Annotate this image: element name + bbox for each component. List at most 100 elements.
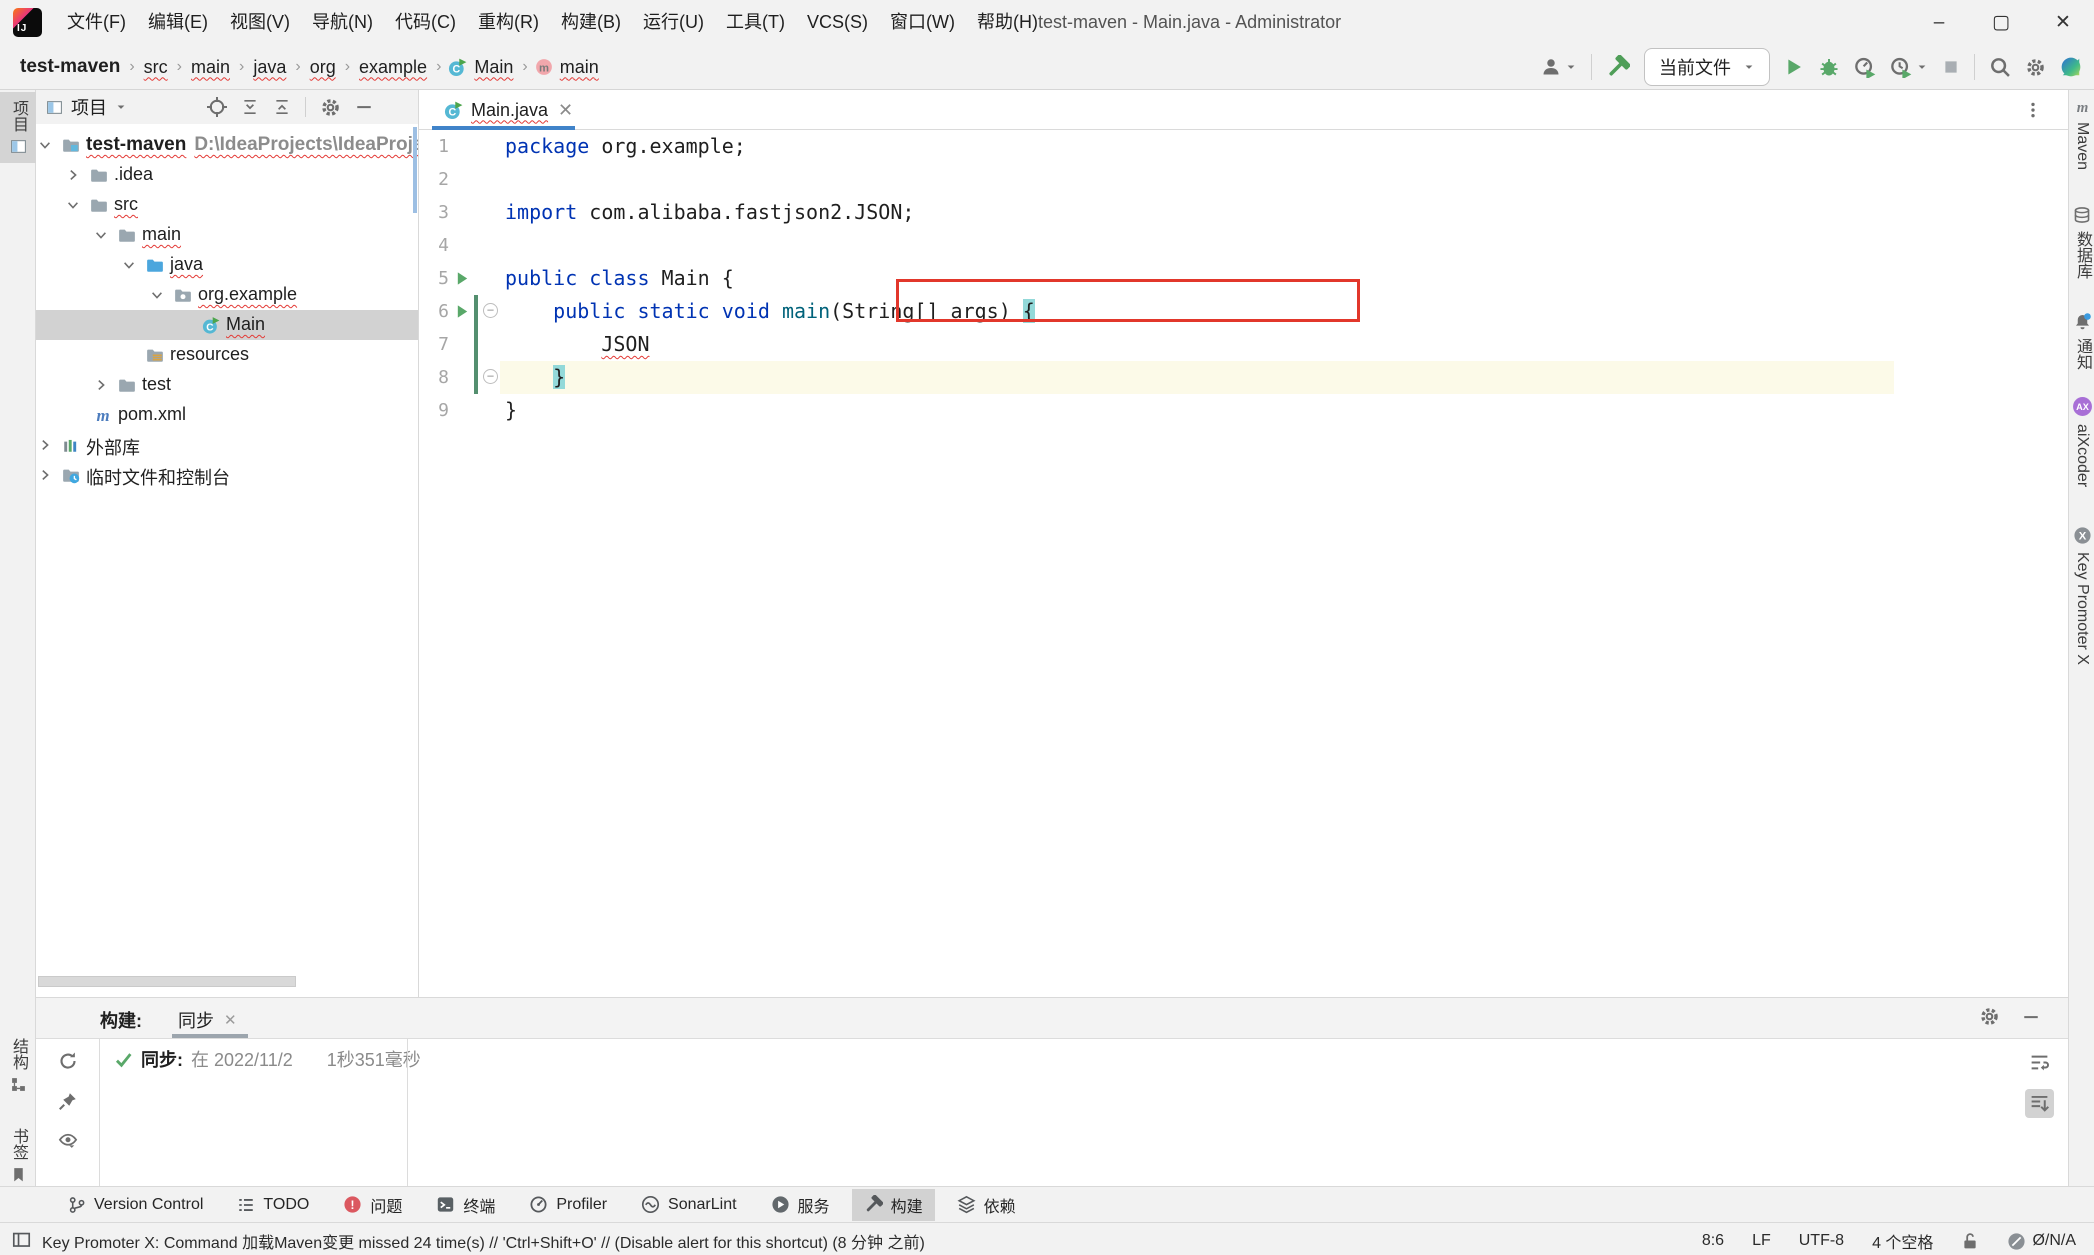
tree-item-test-maven[interactable]: test-mavenD:\IdeaProjects\IdeaProje [36,130,418,160]
build-status-row[interactable]: 同步: 在 2022/11/2 1秒351毫秒 [114,1046,421,1072]
menu-v[interactable]: 视图(V) [219,0,301,45]
tool-window-button-服务[interactable]: 服务 [759,1189,842,1221]
tool-window-button-终端[interactable]: 终端 [424,1189,507,1221]
close-button[interactable]: ✕ [2032,0,2094,45]
chevron-down-icon[interactable] [66,198,80,212]
close-icon[interactable]: ✕ [558,100,573,121]
stripe-tab-Key-Promoter-X[interactable]: XKey Promoter X [2069,526,2094,665]
debug-button[interactable] [1818,56,1840,78]
minimize-button[interactable]: – [1908,0,1970,45]
stripe-tab-数据库[interactable]: 数据库 [2069,206,2094,279]
tree-item-java[interactable]: java [36,250,418,280]
tree-item-main[interactable]: main [36,220,418,250]
code-line-2[interactable]: 2 [419,163,2068,196]
soft-wrap-icon[interactable] [2025,1048,2054,1077]
chevron-right-icon[interactable] [38,438,52,452]
hide-panel-icon[interactable] [355,98,373,116]
maximize-button[interactable]: ▢ [1970,0,2032,45]
locate-file-icon[interactable] [207,97,227,117]
chevron-right-icon[interactable] [66,168,80,182]
tree-item-pom.xml[interactable]: mpom.xml [36,400,418,430]
build-hammer-button[interactable] [1606,55,1630,79]
tool-window-button-SonarLint[interactable]: SonarLint [629,1191,749,1218]
code-line-4[interactable]: 4 [419,229,2068,262]
menu-r[interactable]: 重构(R) [467,0,550,45]
tool-window-button-问题[interactable]: !问题 [331,1189,414,1221]
breadcrumb-item[interactable]: test-maven [20,56,120,78]
breadcrumb-item[interactable]: java [253,57,286,78]
menu-n[interactable]: 导航(N) [301,0,384,45]
stripe-tab-项目[interactable]: 项目 [0,92,36,163]
search-everywhere-button[interactable] [1989,56,2011,78]
code-line-3[interactable]: 3import com.alibaba.fastjson2.JSON; [419,196,2068,229]
tool-window-button-构建[interactable]: 构建 [852,1189,935,1221]
tree-item-.idea[interactable]: .idea [36,160,418,190]
close-icon[interactable]: ✕ [224,1011,237,1029]
stripe-tab-Maven[interactable]: mMaven [2069,98,2094,170]
breadcrumb-item[interactable]: Main [474,57,513,78]
pin-icon[interactable] [58,1091,78,1111]
tree-item-test[interactable]: test [36,370,418,400]
plugin-sphere-button[interactable] [2060,56,2082,78]
fold-marker-icon[interactable]: − [483,369,498,384]
chevron-right-icon[interactable] [94,378,108,392]
chevron-down-icon[interactable] [94,228,108,242]
tree-item-src[interactable]: src [36,190,418,220]
view-options-eye-icon[interactable] [57,1131,79,1151]
breadcrumb-item[interactable]: example [359,57,427,78]
breadcrumb-item[interactable]: main [191,57,230,78]
stripe-tab-通知[interactable]: 通知 [2069,312,2094,370]
tool-window-button-Profiler[interactable]: Profiler [517,1191,619,1218]
settings-button[interactable] [2025,57,2046,78]
hide-panel-icon[interactable] [2022,1008,2040,1026]
chevron-down-icon[interactable] [150,288,164,302]
tree-item-外部库[interactable]: 外部库 [36,430,418,460]
editor-options-kebab-icon[interactable] [2024,99,2042,121]
vertical-scrollbar-thumb[interactable] [413,127,417,213]
breadcrumb-item[interactable]: main [560,57,599,78]
stop-button[interactable] [1942,58,1960,76]
file-encoding[interactable]: UTF-8 [1799,1232,1844,1250]
inspection-highlight-level[interactable]: Ø/N/A [2007,1232,2076,1251]
project-view-select[interactable]: 项目 [46,94,127,120]
breadcrumb-item[interactable]: org [310,57,336,78]
indent-setting[interactable]: 4 个空格 [1872,1229,1933,1253]
menu-u[interactable]: 运行(U) [632,0,715,45]
stripe-tab-aiXcoder[interactable]: AXaiXcoder [2069,396,2094,487]
menu-f[interactable]: 文件(F) [56,0,137,45]
breadcrumb-item[interactable]: src [144,57,168,78]
tree-item-临时文件和控制台[interactable]: 临时文件和控制台 [36,460,418,490]
tool-window-button-依赖[interactable]: 依赖 [945,1189,1028,1221]
stripe-tab-结构[interactable]: 结构 [0,1030,36,1101]
caret-position[interactable]: 8:6 [1702,1232,1724,1250]
code-editor[interactable]: 1package org.example;23import com.alibab… [419,130,2068,997]
tree-item-org.example[interactable]: org.example [36,280,418,310]
lock-open-icon[interactable] [1961,1232,1979,1250]
tool-window-button-Version-Control[interactable]: Version Control [56,1192,215,1218]
run-button[interactable] [1784,57,1804,77]
code-line-7[interactable]: 7 JSON [419,328,2068,361]
profiler-run-button[interactable] [1854,56,1876,78]
collapse-all-icon[interactable] [273,98,291,116]
tool-window-toggle-icon[interactable] [12,1230,31,1249]
refresh-icon[interactable] [58,1051,78,1071]
fold-marker-icon[interactable]: − [483,303,498,318]
expand-all-icon[interactable] [241,98,259,116]
code-line-8[interactable]: 8− } [419,361,2068,394]
menu-w[interactable]: 窗口(W) [879,0,966,45]
coverage-run-button[interactable] [1890,56,1928,78]
build-tab-sync[interactable]: 同步 ✕ [178,1007,237,1033]
tree-item-resources[interactable]: resources [36,340,418,370]
scroll-to-end-icon[interactable] [2025,1089,2054,1118]
run-configuration-select[interactable]: 当前文件 [1644,48,1770,86]
gear-icon[interactable] [320,97,341,118]
build-splitter[interactable] [407,1039,408,1187]
menu-b[interactable]: 构建(B) [550,0,632,45]
menu-e[interactable]: 编辑(E) [137,0,219,45]
code-line-9[interactable]: 9} [419,394,2068,427]
run-gutter-icon[interactable] [455,271,470,286]
code-line-1[interactable]: 1package org.example; [419,130,2068,163]
gear-icon[interactable] [1979,1006,2000,1027]
menu-t[interactable]: 工具(T) [715,0,796,45]
menu-c[interactable]: 代码(C) [384,0,467,45]
